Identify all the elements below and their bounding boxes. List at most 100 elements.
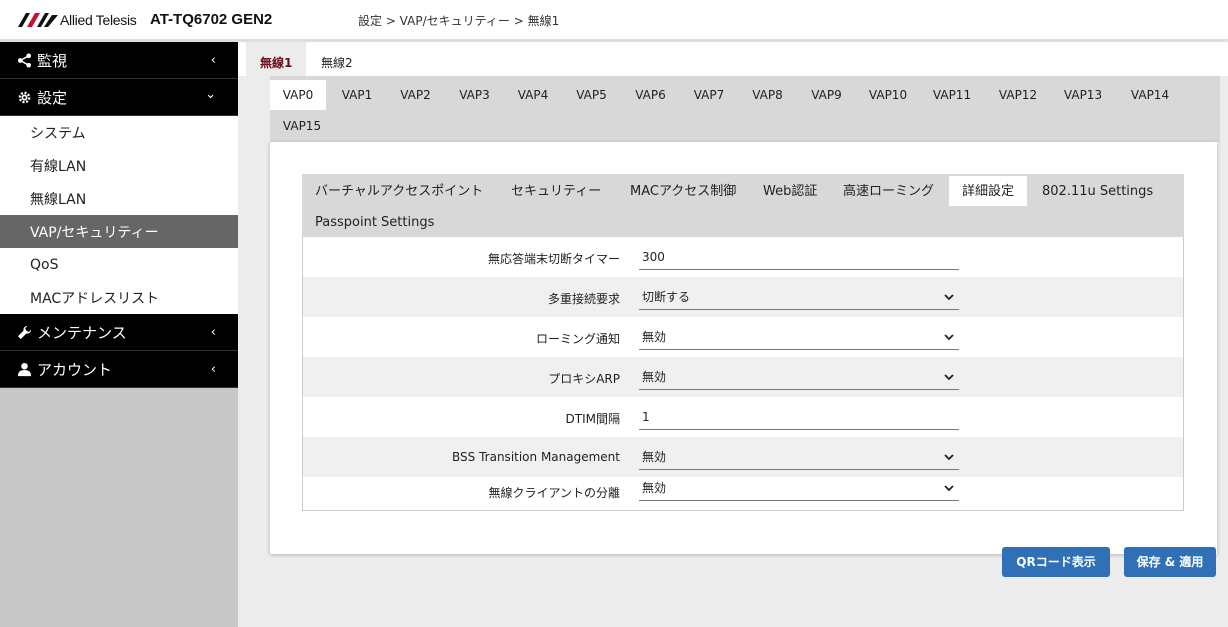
sidebar-subitem-vap-security[interactable]: VAP/セキュリティー xyxy=(0,215,238,248)
sidebar-subitem-wired-lan[interactable]: 有線LAN xyxy=(0,149,238,182)
tab-virtual-access-point[interactable]: バーチャルアクセスポイント xyxy=(302,176,496,206)
tab-fast-roaming[interactable]: 高速ローミング xyxy=(830,176,947,206)
tab-label: VAP6 xyxy=(635,88,666,102)
sidebar-item-monitor[interactable]: 監視 ‹ xyxy=(0,42,238,79)
tab-label: VAP8 xyxy=(752,88,783,102)
save-apply-button[interactable]: 保存 & 適用 xyxy=(1124,547,1216,577)
sidebar-item-label: 監視 xyxy=(37,51,68,70)
field-label: ローミング通知 xyxy=(535,332,620,346)
tab-vap11[interactable]: VAP11 xyxy=(922,80,982,110)
chevron-left-icon: ‹ xyxy=(210,362,216,377)
field-label: 多重接続要求 xyxy=(547,292,620,306)
tab-label: VAP12 xyxy=(998,88,1038,102)
share-icon xyxy=(16,52,32,68)
tab-vap8[interactable]: VAP8 xyxy=(740,80,795,110)
inactivity-timer-input[interactable]: 300 xyxy=(639,244,959,270)
tab-label: VAP13 xyxy=(1063,88,1103,102)
tab-passpoint-settings[interactable]: Passpoint Settings xyxy=(302,207,447,237)
tab-label: VAP15 xyxy=(282,119,322,133)
qr-code-button[interactable]: QRコード表示 xyxy=(1002,547,1110,577)
sidebar-item-label: 設定 xyxy=(37,88,68,107)
sidebar-subitem-label: 無線LAN xyxy=(30,191,87,208)
bss-transition-select[interactable]: 無効 xyxy=(639,444,959,470)
tab-web-auth[interactable]: Web認証 xyxy=(750,176,830,206)
multiple-connection-select[interactable]: 切断する xyxy=(639,284,959,310)
tab-vap0[interactable]: VAP0 xyxy=(270,80,326,110)
field-value: 1 xyxy=(642,410,650,424)
tab-80211u-settings[interactable]: 802.11u Settings xyxy=(1029,176,1166,206)
tab-label: バーチャルアクセスポイント xyxy=(315,184,484,199)
allied-telesis-logo-icon xyxy=(18,13,58,27)
sidebar-subitem-system[interactable]: システム xyxy=(0,116,238,149)
sidebar-subitem-label: QoS xyxy=(30,256,59,273)
sidebar: 監視 ‹ 設定 ⌄ システム 有線LAN 無線LAN VAP/セキュリティー Q… xyxy=(0,42,238,627)
tab-vap7[interactable]: VAP7 xyxy=(682,80,736,110)
tab-vap15[interactable]: VAP15 xyxy=(270,111,334,141)
roaming-notify-select[interactable]: 無効 xyxy=(639,324,959,350)
device-model: AT-TQ6702 GEN2 xyxy=(150,11,273,28)
tab-vap5[interactable]: VAP5 xyxy=(564,80,619,110)
tab-advanced-settings[interactable]: 詳細設定 xyxy=(949,176,1028,206)
tab-label: Passpoint Settings xyxy=(315,215,435,230)
tab-label: VAP4 xyxy=(517,88,549,102)
main-content: 無線1 無線2 VAP0 VAP1 VAP2 VAP3 VAP4 VAP5 VA… xyxy=(238,42,1228,627)
chevron-down-icon xyxy=(944,485,954,492)
sidebar-item-maintenance[interactable]: メンテナンス ‹ xyxy=(0,314,238,351)
sidebar-subitem-mac-address-list[interactable]: MACアドレスリスト xyxy=(0,281,238,314)
chevron-down-icon xyxy=(944,454,954,461)
tab-label: VAP14 xyxy=(1130,88,1170,102)
tab-vap14[interactable]: VAP14 xyxy=(1120,80,1180,110)
settings-panel: バーチャルアクセスポイント セキュリティー MACアクセス制御 Web認証 高速… xyxy=(270,142,1217,554)
field-value: 無効 xyxy=(642,370,667,384)
tab-security[interactable]: セキュリティー xyxy=(498,176,614,206)
sidebar-subitem-label: システム xyxy=(30,125,86,142)
sidebar-item-label: アカウント xyxy=(37,360,113,379)
tab-label: VAP5 xyxy=(576,88,607,102)
form-row-dtim-interval: DTIM間隔 1 xyxy=(303,397,1183,437)
tab-vap1[interactable]: VAP1 xyxy=(330,80,384,110)
tab-label: VAP7 xyxy=(693,88,725,102)
wrench-icon xyxy=(16,324,32,340)
tab-label: VAP3 xyxy=(459,88,490,102)
sidebar-item-account[interactable]: アカウント ‹ xyxy=(0,351,238,388)
client-isolation-select[interactable]: 無効 xyxy=(639,475,959,501)
tab-vap12[interactable]: VAP12 xyxy=(988,80,1048,110)
tab-vap3[interactable]: VAP3 xyxy=(447,80,502,110)
sidebar-subitem-wireless-lan[interactable]: 無線LAN xyxy=(0,182,238,215)
tab-radio1[interactable]: 無線1 xyxy=(246,42,307,76)
tab-label: Web認証 xyxy=(763,184,818,199)
tab-vap10[interactable]: VAP10 xyxy=(858,80,918,110)
tab-label: 詳細設定 xyxy=(962,184,1015,199)
tab-vap13[interactable]: VAP13 xyxy=(1053,80,1113,110)
chevron-left-icon: ‹ xyxy=(210,325,216,340)
form-row-multiple-connection: 多重接続要求 切断する xyxy=(303,277,1183,317)
dtim-interval-input[interactable]: 1 xyxy=(639,404,959,430)
advanced-settings-form: 無応答端末切断タイマー 300 多重接続要求 切断する ローミング通知 無効 プ… xyxy=(302,237,1184,511)
app-header: Allied Telesis AT-TQ6702 GEN2 設定 > VAP/セ… xyxy=(0,0,1228,40)
sub-tab-bar: バーチャルアクセスポイント セキュリティー MACアクセス制御 Web認証 高速… xyxy=(302,174,1184,237)
sidebar-item-settings[interactable]: 設定 ⌄ xyxy=(0,79,238,116)
sidebar-subitem-qos[interactable]: QoS xyxy=(0,248,238,281)
tab-vap4[interactable]: VAP4 xyxy=(506,80,560,110)
proxy-arp-select[interactable]: 無効 xyxy=(639,364,959,390)
tab-label: VAP10 xyxy=(868,88,908,102)
sidebar-subitem-label: VAP/セキュリティー xyxy=(30,224,159,241)
tab-label: セキュリティー xyxy=(511,184,602,199)
user-icon xyxy=(16,361,32,377)
tab-vap2[interactable]: VAP2 xyxy=(388,80,443,110)
tab-label: 無線1 xyxy=(260,56,293,70)
tab-mac-access-control[interactable]: MACアクセス制御 xyxy=(617,176,749,206)
form-row-client-isolation: 無線クライアントの分離 無効 xyxy=(303,472,1183,508)
tab-label: 無線2 xyxy=(321,56,353,70)
sidebar-subitem-label: MACアドレスリスト xyxy=(30,290,160,307)
field-label: DTIM間隔 xyxy=(565,412,620,426)
brand-name: Allied Telesis xyxy=(60,12,137,28)
tab-vap9[interactable]: VAP9 xyxy=(799,80,854,110)
vap-tab-bar: VAP0 VAP1 VAP2 VAP3 VAP4 VAP5 VAP6 VAP7 … xyxy=(270,76,1220,142)
tab-vap6[interactable]: VAP6 xyxy=(623,80,678,110)
tab-label: VAP0 xyxy=(282,88,314,102)
brand-logo[interactable]: Allied Telesis xyxy=(18,12,137,28)
field-label: 無応答端末切断タイマー xyxy=(487,252,620,266)
breadcrumb: 設定 > VAP/セキュリティー > 無線1 xyxy=(358,14,560,28)
tab-radio2[interactable]: 無線2 xyxy=(307,42,367,76)
